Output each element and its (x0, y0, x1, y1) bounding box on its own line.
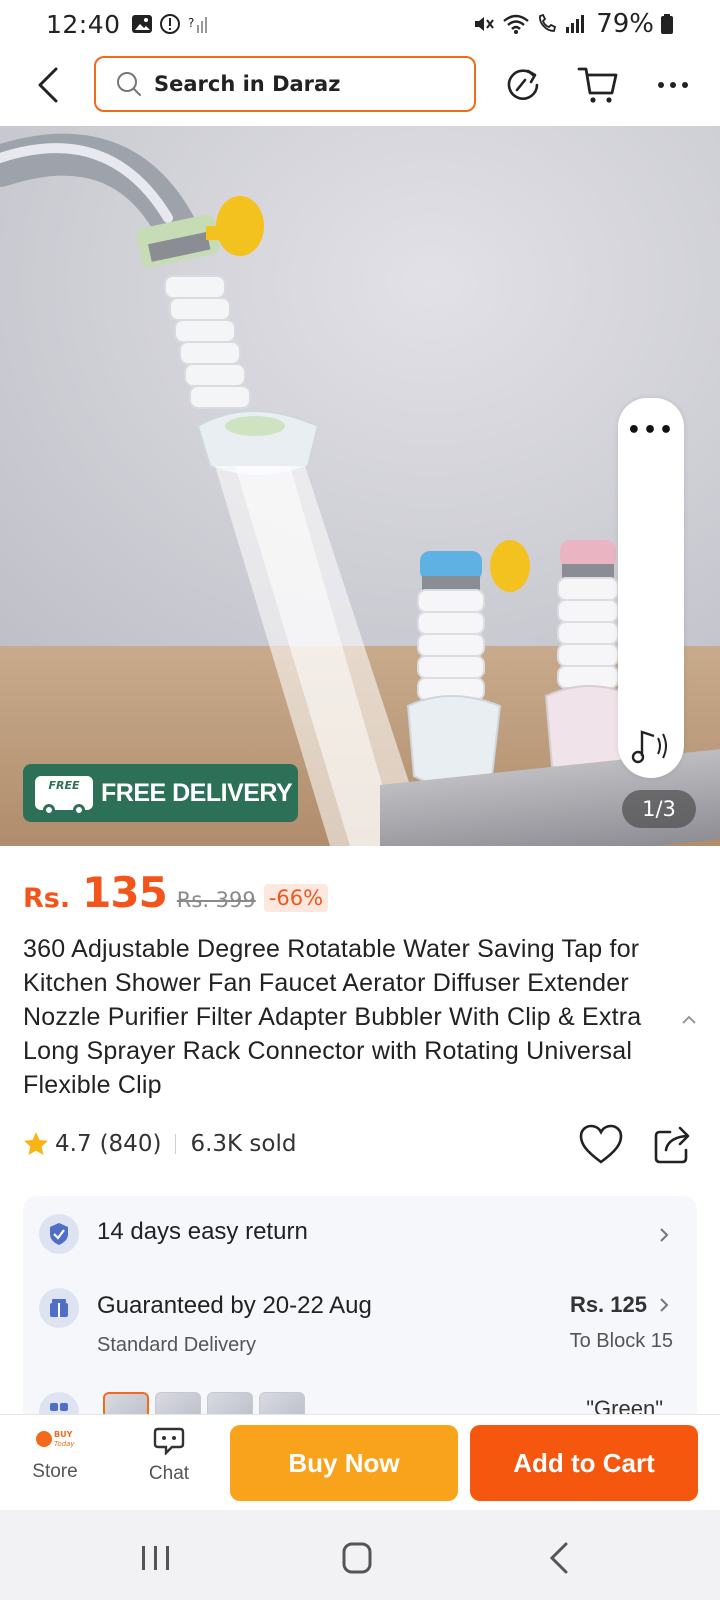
share-refresh-button[interactable] (500, 62, 546, 108)
bottom-action-bar: BUY Today Store Chat Buy Now Add to Cart (0, 1414, 720, 1510)
image-pager: 1/3 (622, 790, 696, 828)
collapse-caret-icon[interactable] (678, 1010, 700, 1030)
cart-icon (577, 67, 618, 103)
chevron-right-icon (660, 1228, 669, 1242)
home-icon[interactable] (338, 1540, 378, 1576)
image-notification-icon (131, 15, 152, 33)
svg-text:BUY: BUY (54, 1430, 73, 1439)
sold-count: 6.3K sold (190, 1131, 297, 1157)
battery-icon (661, 14, 673, 34)
gift-box-icon (39, 1288, 79, 1328)
search-input[interactable]: Search in Daraz (94, 56, 476, 112)
return-policy-text: 14 days easy return (97, 1218, 308, 1245)
price-currency: Rs. (23, 883, 71, 914)
wifi-call-icon (539, 13, 557, 32)
free-badge-tag: FREE (48, 779, 80, 792)
mute-icon (475, 17, 495, 31)
review-count: (840) (99, 1131, 162, 1157)
star-icon (24, 1132, 48, 1155)
wifi-icon (503, 14, 529, 34)
product-photo (0, 133, 634, 846)
recent-apps-icon[interactable] (136, 1540, 176, 1576)
return-policy-row[interactable]: 14 days easy return (39, 1214, 681, 1254)
product-image-carousel[interactable]: ••• FREE FREE DELIVERY 1/3 (0, 126, 720, 846)
chevron-left-icon (38, 67, 58, 103)
chevron-right-icon (660, 1298, 669, 1312)
svg-text:?: ? (188, 16, 194, 30)
back-nav-icon[interactable] (540, 1540, 580, 1576)
free-delivery-badge: FREE FREE DELIVERY (23, 764, 298, 822)
divider (175, 1134, 177, 1154)
status-icons-right: 79% (472, 9, 674, 39)
delivery-location: To Block 15 (569, 1330, 673, 1352)
svg-text:Today: Today (54, 1440, 75, 1448)
top-nav: Search in Daraz (0, 48, 720, 126)
music-note-icon[interactable] (630, 726, 674, 766)
signal-icon (566, 15, 585, 33)
search-placeholder: Search in Daraz (154, 72, 341, 96)
service-info-card: 14 days easy return Guaranteed by 20-22 … (23, 1196, 697, 1426)
chat-icon (153, 1427, 185, 1455)
status-icons-left: ? (131, 13, 209, 35)
more-options-button[interactable] (650, 62, 696, 108)
delivery-row[interactable]: Guaranteed by 20-22 Aug Standard Deliver… (39, 1288, 681, 1368)
buy-now-button[interactable]: Buy Now (230, 1425, 458, 1501)
cart-button[interactable] (575, 62, 621, 108)
delivery-truck-icon: FREE (35, 776, 93, 816)
wishlist-heart-icon[interactable] (578, 1122, 624, 1166)
chat-label: Chat (148, 1463, 190, 1484)
chat-button[interactable]: Chat (134, 1425, 204, 1501)
original-price: Rs. 399 (176, 888, 256, 912)
more-dots-icon (658, 82, 688, 88)
product-title: 360 Adjustable Degree Rotatable Water Sa… (23, 935, 642, 1099)
refresh-arrow-icon (507, 69, 539, 100)
floating-media-panel[interactable]: ••• (618, 398, 684, 778)
store-label: Store (32, 1461, 78, 1482)
share-icon[interactable] (652, 1122, 694, 1166)
price-row: Rs. 135 Rs. 399 -66% (23, 868, 329, 917)
store-button[interactable]: BUY Today Store (20, 1425, 90, 1501)
panel-more-icon[interactable]: ••• (618, 418, 684, 443)
system-navigation-bar (0, 1510, 720, 1600)
add-to-cart-button[interactable]: Add to Cart (470, 1425, 698, 1501)
status-bar: 12:40 ? 79% (0, 0, 720, 48)
rating-value: 4.7 (55, 1131, 92, 1157)
back-button[interactable] (30, 64, 66, 106)
free-delivery-label: FREE DELIVERY (101, 778, 293, 807)
discount-badge: -66% (263, 884, 329, 912)
status-time: 12:40 (46, 9, 121, 39)
alert-icon (159, 14, 180, 34)
no-signal-icon: ? (188, 16, 207, 33)
store-logo-icon: BUY Today (36, 1430, 75, 1448)
delivery-type-text: Standard Delivery (97, 1334, 256, 1356)
price-amount: 135 (82, 868, 168, 917)
shield-check-icon (39, 1214, 79, 1254)
battery-percent: 79% (596, 9, 654, 39)
search-icon (117, 72, 141, 96)
delivery-price: Rs. 125 (569, 1292, 647, 1317)
delivery-guarantee-text: Guaranteed by 20-22 Aug (97, 1292, 372, 1319)
